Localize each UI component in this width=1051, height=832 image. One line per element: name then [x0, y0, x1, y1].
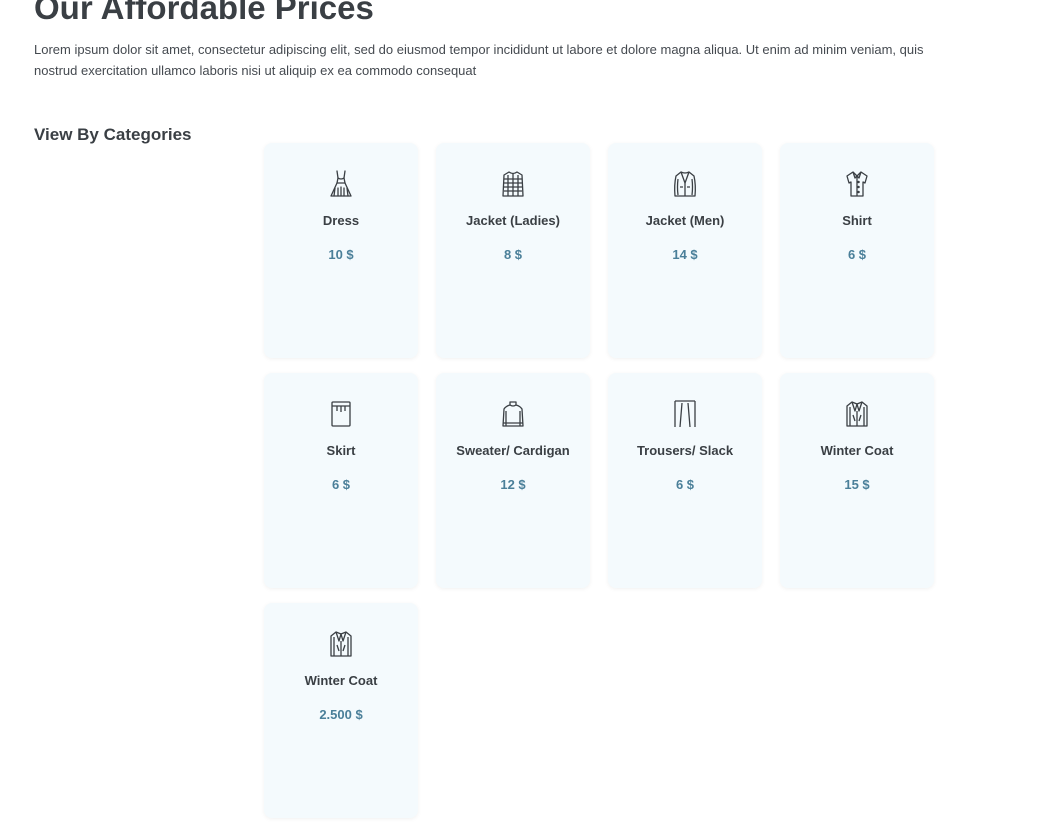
- winter-coat-icon: [844, 399, 870, 429]
- category-name: Dress: [322, 213, 360, 228]
- category-name: Jacket (Ladies): [466, 213, 560, 228]
- intro-paragraph: Lorem ipsum dolor sit amet, consectetur …: [34, 42, 924, 78]
- category-price: 6 $: [675, 477, 695, 492]
- price-list-page: Our Affordable Prices Lorem ipsum dolor …: [0, 0, 1051, 832]
- category-price: 6 $: [331, 477, 351, 492]
- skirt-icon: [328, 399, 354, 429]
- category-card-jacket-ladies[interactable]: Jacket (Ladies) 8 $: [436, 143, 590, 358]
- category-price: 6 $: [847, 247, 867, 262]
- category-price: 15 $: [844, 477, 870, 492]
- category-card-jacket-men[interactable]: Jacket (Men) 14 $: [608, 143, 762, 358]
- winter-coat-icon: [328, 629, 354, 659]
- category-card-shirt[interactable]: Shirt 6 $: [780, 143, 934, 358]
- category-price: 10 $: [328, 247, 354, 262]
- category-name: Skirt: [326, 443, 356, 458]
- category-price: 8 $: [503, 247, 523, 262]
- category-card-trousers[interactable]: Trousers/ Slack 6 $: [608, 373, 762, 588]
- category-grid: Dress 10 $ Jacket (Ladies) 8 $ Jacket (M…: [264, 143, 936, 818]
- category-name: Jacket (Men): [645, 213, 725, 228]
- category-card-skirt[interactable]: Skirt 6 $: [264, 373, 418, 588]
- category-name: Shirt: [842, 213, 872, 228]
- mens-jacket-icon: [672, 169, 698, 199]
- category-card-winter-coat-2[interactable]: Winter Coat 2.500 $: [264, 603, 418, 818]
- category-price: 2.500 $: [319, 707, 363, 722]
- sweater-icon: [500, 399, 526, 429]
- page-title: Our Affordable Prices: [34, 0, 374, 26]
- category-card-dress[interactable]: Dress 10 $: [264, 143, 418, 358]
- category-name: Winter Coat: [820, 443, 894, 458]
- category-name: Trousers/ Slack: [636, 443, 734, 458]
- categories-heading: View By Categories: [34, 125, 192, 144]
- ladies-jacket-icon: [500, 169, 526, 199]
- category-name: Winter Coat: [304, 673, 378, 688]
- trousers-icon: [672, 399, 698, 429]
- dress-icon: [328, 169, 354, 199]
- category-card-winter-coat[interactable]: Winter Coat 15 $: [780, 373, 934, 588]
- shirt-icon: [844, 169, 870, 199]
- category-name: Sweater/ Cardigan: [456, 443, 570, 458]
- category-price: 12 $: [500, 477, 526, 492]
- category-card-sweater[interactable]: Sweater/ Cardigan 12 $: [436, 373, 590, 588]
- category-price: 14 $: [672, 247, 698, 262]
